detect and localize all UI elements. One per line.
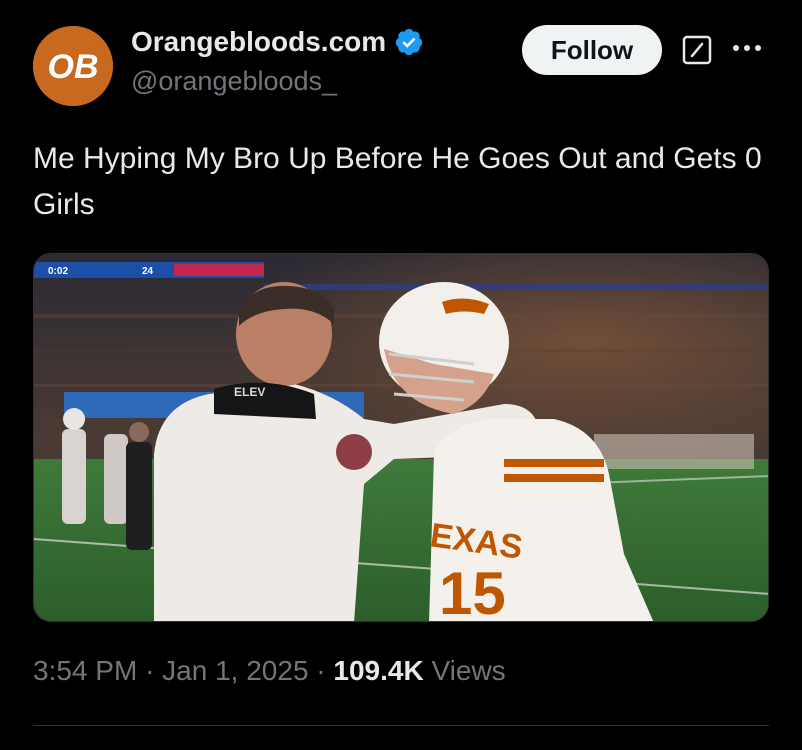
scoreboard-number: 24 <box>142 266 154 277</box>
tweet-media-photo[interactable]: 0:02 24 ELEV EXAS 15 <box>33 253 769 622</box>
verified-badge-icon <box>396 28 423 56</box>
display-name-text: Orangebloods.com <box>131 26 387 57</box>
grok-icon[interactable] <box>681 34 713 66</box>
meta-separator-2: · <box>316 655 326 686</box>
divider <box>33 725 769 726</box>
author-display-name[interactable]: Orangebloods.com <box>131 26 424 58</box>
tweet-date[interactable]: Jan 1, 2025 <box>162 655 308 686</box>
jersey-number: 15 <box>439 560 506 622</box>
more-icon[interactable] <box>729 38 765 58</box>
author-handle[interactable]: @orangebloods_ <box>131 66 337 97</box>
tweet-text: Me Hyping My Bro Up Before He Goes Out a… <box>33 142 762 221</box>
meta-separator-1: · <box>145 655 155 686</box>
views-label: Views <box>431 655 506 686</box>
avatar-text: OB <box>48 48 99 86</box>
avatar[interactable]: OB <box>33 26 113 106</box>
follow-button[interactable]: Follow <box>522 25 662 75</box>
orangebloods-logo: OB <box>33 26 113 106</box>
views-count: 109.4K <box>333 655 424 686</box>
photo-scene: 0:02 24 ELEV EXAS 15 <box>34 254 768 622</box>
tweet-meta: 3:54 PM · Jan 1, 2025 · 109.4K Views <box>33 655 506 687</box>
headset-label: ELEV <box>234 385 265 399</box>
scoreboard-clock: 0:02 <box>48 266 68 277</box>
tweet-time[interactable]: 3:54 PM <box>33 655 137 686</box>
